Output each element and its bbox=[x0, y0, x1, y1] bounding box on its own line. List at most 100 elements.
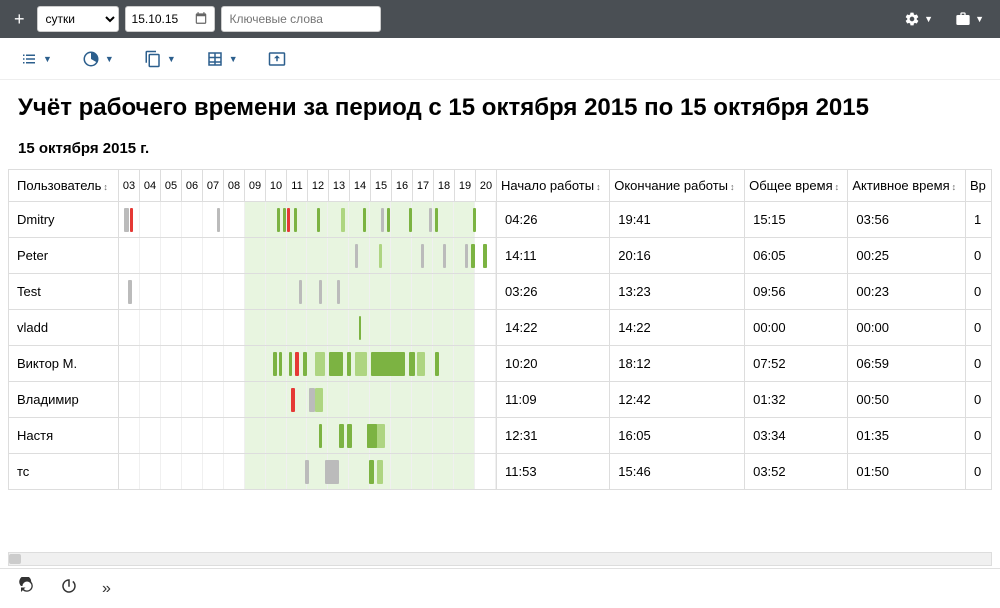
add-button[interactable]: + bbox=[8, 9, 31, 30]
activity-bar bbox=[339, 424, 344, 448]
user-cell[interactable]: vladd bbox=[9, 310, 119, 346]
activity-bar bbox=[295, 352, 299, 376]
col-hour: 07 bbox=[203, 170, 224, 202]
end-cell: 18:12 bbox=[610, 346, 745, 382]
scroll-thumb[interactable] bbox=[9, 554, 21, 564]
refresh-icon bbox=[18, 577, 36, 595]
timeline-cell[interactable] bbox=[119, 382, 497, 418]
export-button[interactable] bbox=[268, 50, 286, 68]
start-cell: 11:53 bbox=[497, 454, 610, 490]
activity-bar bbox=[305, 460, 309, 484]
last-cell: 1 bbox=[965, 202, 991, 238]
activity-bar bbox=[473, 208, 476, 232]
timeline-cell[interactable] bbox=[119, 310, 497, 346]
col-start[interactable]: Начало работы↕ bbox=[497, 170, 610, 202]
activity-bar bbox=[465, 244, 468, 268]
col-hour: 06 bbox=[182, 170, 203, 202]
user-cell[interactable]: Владимир bbox=[9, 382, 119, 418]
expand-button[interactable]: » bbox=[102, 580, 111, 598]
table-button[interactable]: ▼ bbox=[206, 50, 238, 68]
list-view-button[interactable]: ▼ bbox=[20, 50, 52, 68]
col-active[interactable]: Активное время↕ bbox=[848, 170, 966, 202]
chart-button[interactable]: ▼ bbox=[82, 50, 114, 68]
caret-down-icon: ▼ bbox=[43, 54, 52, 64]
col-last[interactable]: Вр bbox=[965, 170, 991, 202]
col-hour: 04 bbox=[140, 170, 161, 202]
period-select[interactable]: сутки bbox=[37, 6, 119, 32]
timeline-cell[interactable] bbox=[119, 274, 497, 310]
active-cell: 01:35 bbox=[848, 418, 966, 454]
user-cell[interactable]: Виктор М. bbox=[9, 346, 119, 382]
col-total[interactable]: Общее время↕ bbox=[745, 170, 848, 202]
activity-bar bbox=[483, 244, 487, 268]
user-cell[interactable]: Peter bbox=[9, 238, 119, 274]
briefcase-button[interactable]: ▼ bbox=[947, 11, 992, 27]
activity-bar bbox=[273, 352, 277, 376]
total-cell: 03:34 bbox=[745, 418, 848, 454]
activity-bar bbox=[217, 208, 220, 232]
end-cell: 12:42 bbox=[610, 382, 745, 418]
search-input[interactable] bbox=[221, 6, 381, 32]
activity-bar bbox=[347, 352, 351, 376]
timesheet-table: Пользователь↕ 03 04 05 06 07 08 09 10 11… bbox=[8, 169, 992, 490]
date-subtitle: 15 октября 2015 г. bbox=[0, 132, 1000, 169]
start-cell: 03:26 bbox=[497, 274, 610, 310]
user-cell[interactable]: Test bbox=[9, 274, 119, 310]
end-cell: 13:23 bbox=[610, 274, 745, 310]
last-cell: 0 bbox=[965, 310, 991, 346]
timeline-cell[interactable] bbox=[119, 346, 497, 382]
activity-bar bbox=[289, 352, 292, 376]
date-picker[interactable] bbox=[125, 6, 215, 32]
activity-bar bbox=[363, 208, 366, 232]
calendar-icon[interactable] bbox=[194, 11, 208, 28]
pie-chart-icon bbox=[82, 50, 100, 68]
activity-bar bbox=[315, 352, 325, 376]
chevron-right-icon: » bbox=[102, 580, 111, 597]
activity-bar bbox=[377, 460, 383, 484]
active-cell: 00:00 bbox=[848, 310, 966, 346]
timeline-cell[interactable] bbox=[119, 454, 497, 490]
active-cell: 06:59 bbox=[848, 346, 966, 382]
timeline-cell[interactable] bbox=[119, 238, 497, 274]
caret-down-icon: ▼ bbox=[924, 14, 933, 24]
activity-bar bbox=[409, 208, 412, 232]
last-cell: 0 bbox=[965, 274, 991, 310]
user-cell[interactable]: Настя bbox=[9, 418, 119, 454]
user-cell[interactable]: тс bbox=[9, 454, 119, 490]
last-cell: 0 bbox=[965, 346, 991, 382]
table-row: Test03:2613:2309:5600:230 bbox=[9, 274, 992, 310]
timeline-cell[interactable] bbox=[119, 418, 497, 454]
power-button[interactable] bbox=[60, 577, 78, 600]
activity-bar bbox=[435, 208, 438, 232]
total-cell: 07:52 bbox=[745, 346, 848, 382]
settings-button[interactable]: ▼ bbox=[896, 11, 941, 27]
activity-bar bbox=[130, 208, 133, 232]
activity-bar bbox=[329, 352, 343, 376]
activity-bar bbox=[371, 352, 405, 376]
activity-bar bbox=[341, 208, 345, 232]
date-input[interactable] bbox=[132, 12, 190, 26]
activity-bar bbox=[124, 208, 129, 232]
sort-icon: ↕ bbox=[952, 182, 957, 192]
timeline-cell[interactable] bbox=[119, 202, 497, 238]
user-cell[interactable]: Dmitry bbox=[9, 202, 119, 238]
refresh-button[interactable] bbox=[18, 577, 36, 600]
activity-bar bbox=[381, 208, 384, 232]
horizontal-scrollbar[interactable] bbox=[8, 552, 992, 566]
col-hour: 18 bbox=[434, 170, 455, 202]
col-hour: 12 bbox=[308, 170, 329, 202]
end-cell: 19:41 bbox=[610, 202, 745, 238]
activity-bar bbox=[303, 352, 307, 376]
activity-bar bbox=[367, 424, 377, 448]
copy-button[interactable]: ▼ bbox=[144, 50, 176, 68]
col-user[interactable]: Пользователь↕ bbox=[9, 170, 119, 202]
col-end[interactable]: Окончание работы↕ bbox=[610, 170, 745, 202]
activity-bar bbox=[317, 208, 320, 232]
activity-bar bbox=[471, 244, 475, 268]
col-hour: 19 bbox=[455, 170, 476, 202]
active-cell: 00:23 bbox=[848, 274, 966, 310]
last-cell: 0 bbox=[965, 382, 991, 418]
sort-icon: ↕ bbox=[596, 182, 601, 192]
activity-bar bbox=[319, 424, 322, 448]
caret-down-icon: ▼ bbox=[229, 54, 238, 64]
